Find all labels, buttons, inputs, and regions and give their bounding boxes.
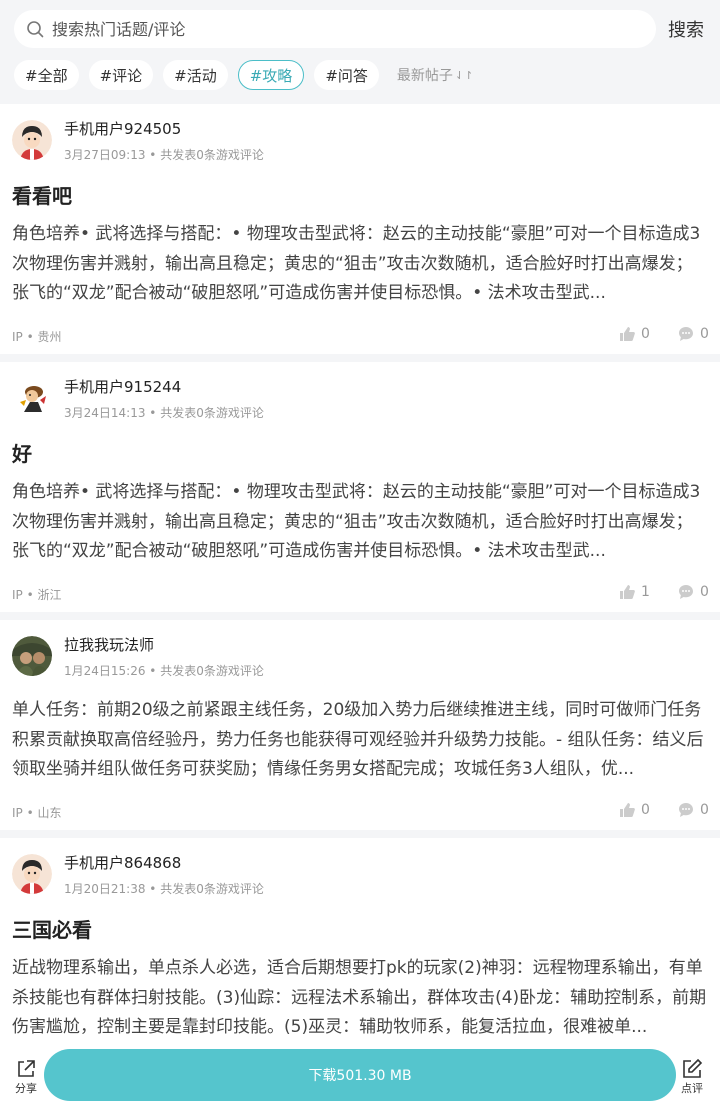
bottom-action-bar: 分享 下载501.30 MB 点评 (0, 1046, 720, 1107)
post-meta: 1月24日15:26 • 共发表0条游戏评论 (64, 664, 264, 678)
share-label: 分享 (15, 1082, 37, 1095)
post-content: 角色培养• 武将选择与搭配：• 物理攻击型武将：赵云的主动技能“豪胆”可对一个目… (12, 482, 701, 561)
comment-icon (679, 585, 693, 599)
post-content: 角色培养• 武将选择与搭配：• 物理攻击型武将：赵云的主动技能“豪胆”可对一个目… (12, 224, 701, 303)
avatar[interactable] (12, 854, 52, 894)
post-meta: 3月27日09:13 • 共发表0条游戏评论 (64, 148, 264, 162)
filter-chip-review[interactable]: #评论 (88, 60, 154, 90)
post-card[interactable]: 手机用户924505 3月27日09:13 • 共发表0条游戏评论 看看吧 角色… (0, 104, 720, 354)
sort-arrows-icon: ⇃↾ (454, 68, 474, 82)
username[interactable]: 手机用户915244 (64, 376, 181, 397)
post-content: 单人任务：前期20级之前紧跟主线任务，20级加入势力后继续推进主线，同时可做师门… (12, 700, 704, 779)
post-card[interactable]: 手机用户915244 3月24日14:13 • 共发表0条游戏评论 好 角色培养… (0, 362, 720, 612)
review-label: 点评 (681, 1082, 703, 1095)
share-icon (18, 1060, 35, 1077)
search-icon (26, 19, 46, 39)
post-title: 好 (12, 442, 32, 466)
thumbs-up-icon (620, 585, 635, 599)
post-title: 三国必看 (12, 918, 92, 942)
like-button[interactable]: 1 (619, 584, 650, 600)
like-count: 0 (641, 802, 650, 818)
ip-location: IP • 山东 (12, 806, 62, 820)
edit-icon (683, 1058, 703, 1078)
search-bar[interactable] (14, 10, 656, 48)
sort-dropdown[interactable]: 最新帖子 ⇃↾ (397, 65, 473, 85)
filter-chips: #全部 #评论 #活动 #攻略 #问答 最新帖子 ⇃↾ (14, 59, 473, 91)
username[interactable]: 手机用户864868 (64, 852, 181, 873)
comment-icon (679, 327, 693, 341)
comment-button[interactable]: 0 (678, 326, 709, 342)
filter-chip-qa[interactable]: #问答 (314, 60, 379, 90)
filter-chip-event[interactable]: #活动 (163, 60, 228, 90)
share-button[interactable]: 分享 (6, 1058, 46, 1096)
sort-label: 最新帖子 (396, 68, 453, 84)
post-title: 看看吧 (12, 184, 72, 208)
ip-location: IP • 贵州 (12, 330, 62, 344)
username[interactable]: 拉我我玩法师 (64, 634, 154, 655)
post-card[interactable]: 拉我我玩法师 1月24日15:26 • 共发表0条游戏评论 单人任务：前期20级… (0, 620, 720, 830)
like-count: 1 (641, 584, 650, 600)
top-header: 搜索 #全部 #评论 #活动 #攻略 #问答 最新帖子 ⇃↾ (0, 0, 720, 104)
review-button[interactable]: 点评 (672, 1058, 712, 1096)
comment-count: 0 (700, 802, 709, 818)
like-count: 0 (641, 326, 650, 342)
comment-button[interactable]: 0 (678, 802, 709, 818)
post-meta: 1月20日21:38 • 共发表0条游戏评论 (64, 882, 264, 896)
filter-chip-guide[interactable]: #攻略 (237, 60, 305, 90)
comment-count: 0 (700, 326, 709, 342)
post-content: 近战物理系输出，单点杀人必选，适合后期想要打pk的玩家(2)神羽：远程物理系输出… (12, 958, 707, 1037)
avatar[interactable] (12, 378, 52, 418)
like-button[interactable]: 0 (619, 802, 650, 818)
filter-chip-all[interactable]: #全部 (14, 60, 79, 90)
search-input[interactable] (52, 19, 612, 39)
avatar[interactable] (12, 636, 52, 676)
thumbs-up-icon (620, 327, 635, 341)
comment-button[interactable]: 0 (678, 584, 709, 600)
post-meta: 3月24日14:13 • 共发表0条游戏评论 (64, 406, 264, 420)
ip-location: IP • 浙江 (12, 588, 62, 602)
post-feed: 手机用户924505 3月27日09:13 • 共发表0条游戏评论 看看吧 角色… (0, 104, 720, 1058)
post-card[interactable]: 手机用户864868 1月20日21:38 • 共发表0条游戏评论 三国必看 近… (0, 838, 720, 1058)
avatar[interactable] (12, 120, 52, 160)
username[interactable]: 手机用户924505 (64, 118, 181, 139)
comment-count: 0 (700, 584, 709, 600)
download-button[interactable]: 下载501.30 MB (44, 1049, 676, 1101)
thumbs-up-icon (620, 803, 635, 817)
comment-icon (679, 803, 693, 817)
like-button[interactable]: 0 (619, 326, 650, 342)
search-button[interactable]: 搜索 (668, 16, 704, 42)
